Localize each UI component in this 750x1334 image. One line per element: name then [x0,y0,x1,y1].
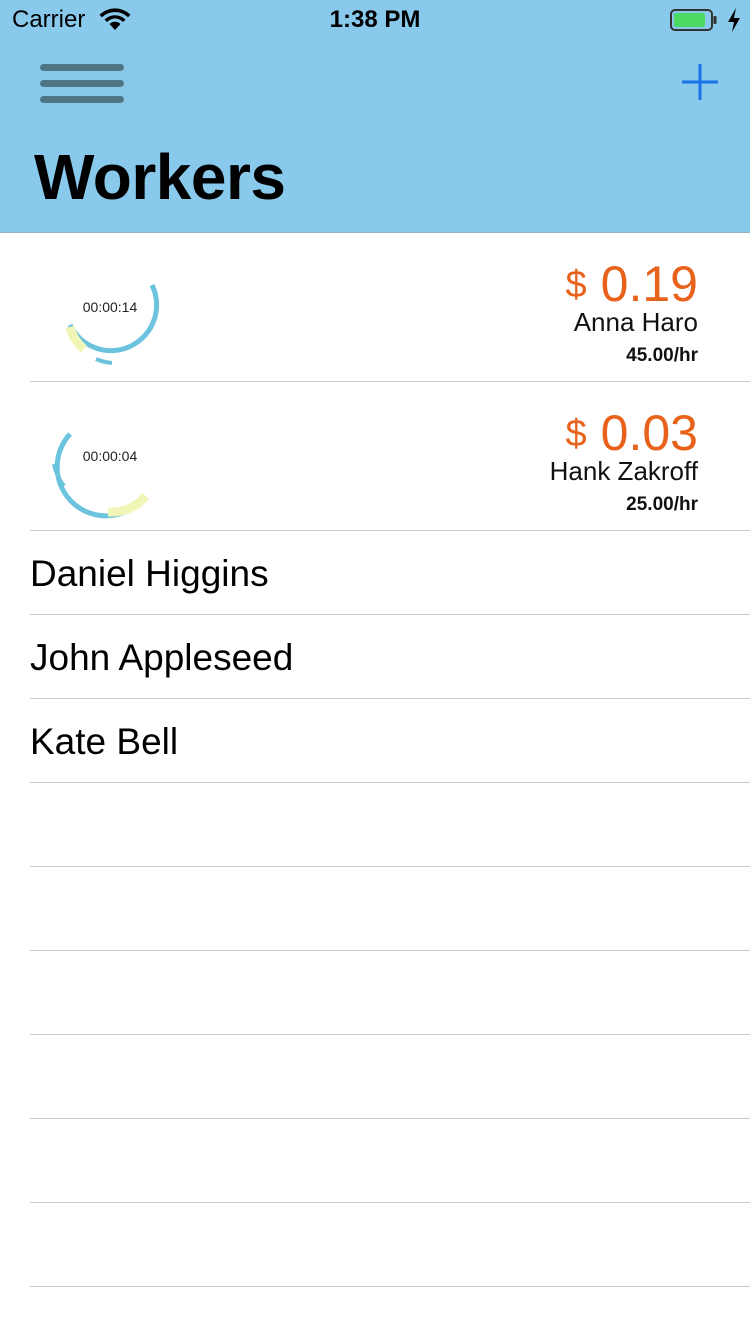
empty-row [0,1203,750,1287]
menu-bar [40,80,124,87]
timer-ring: 00:00:14 [46,275,166,371]
menu-bar [40,96,124,103]
menu-bar [40,64,124,71]
hourly-rate: 25.00/hr [626,494,698,515]
worker-name: Kate Bell [30,721,179,762]
hourly-rate: 45.00/hr [626,345,698,366]
active-worker-row[interactable]: 00:00:04 $0.03 Hank Zakroff 25.00/hr [0,382,750,531]
worker-row[interactable]: Daniel Higgins [0,531,750,615]
navigation-header: Carrier 1:38 PM Workers [0,0,750,233]
elapsed-time: 00:00:04 [82,448,138,464]
empty-row [0,1035,750,1119]
worker-row[interactable]: Kate Bell [0,699,750,783]
timer-ring: 00:00:04 [46,424,166,520]
currency-symbol: $ [565,413,587,455]
empty-row [0,951,750,1035]
charging-bolt-icon [728,8,740,32]
worker-name: Anna Haro [573,307,698,337]
timer-ring-icon [65,283,160,365]
battery-icon [670,9,717,31]
earned-amount: $0.19 [566,255,698,313]
empty-row [0,867,750,951]
currency-symbol: $ [565,264,587,306]
page-title: Workers [34,141,286,213]
empty-row [0,783,750,867]
earned-amount: $0.03 [566,404,698,462]
menu-button[interactable] [38,62,126,106]
empty-row [0,1119,750,1203]
amount-value: 0.19 [600,256,698,312]
amount-value: 0.03 [600,405,698,461]
workers-list: 00:00:14 $0.19 Anna Haro 45.00/hr 00:00:… [0,233,750,1287]
active-worker-row[interactable]: 00:00:14 $0.19 Anna Haro 45.00/hr [0,233,750,382]
worker-name: Hank Zakroff [549,456,698,486]
clock: 1:38 PM [329,6,421,33]
elapsed-time: 00:00:14 [82,299,138,315]
status-bar: Carrier 1:38 PM [0,0,750,40]
worker-name: John Appleseed [30,637,294,678]
add-worker-button[interactable] [680,62,720,102]
plus-icon [682,64,718,100]
timer-ring-icon [52,432,150,519]
worker-name: Daniel Higgins [30,553,269,594]
worker-row[interactable]: John Appleseed [0,615,750,699]
